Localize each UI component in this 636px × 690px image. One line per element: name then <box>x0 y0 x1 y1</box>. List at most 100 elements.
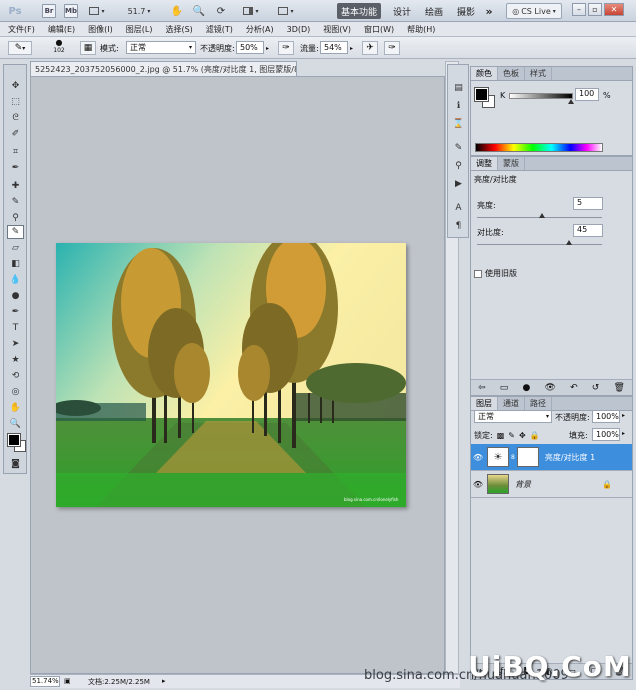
toggle-visibility-icon[interactable]: 👁 <box>544 383 555 393</box>
reset-icon[interactable]: ↺ <box>592 383 600 393</box>
tab-swatches[interactable]: 色板 <box>498 67 525 80</box>
hand-tool-icon[interactable]: ✋ <box>170 4 184 18</box>
rotate-view-icon[interactable]: ⟳ <box>214 4 228 18</box>
more-workspaces-button[interactable]: » <box>482 4 496 18</box>
brush-tool-icon[interactable]: ✎ <box>7 195 24 209</box>
tab-styles[interactable]: 样式 <box>525 67 552 80</box>
menu-analysis[interactable]: 分析(A) <box>246 24 274 35</box>
tab-layers[interactable]: 图层 <box>471 397 498 410</box>
view-extras-dropdown[interactable]: ▾ <box>86 4 108 18</box>
clone-source-icon[interactable]: ⚲ <box>451 159 466 173</box>
foreground-color-swatch[interactable] <box>7 433 21 447</box>
color-swatches[interactable] <box>7 433 26 452</box>
menu-select[interactable]: 选择(S) <box>165 24 192 35</box>
contrast-input[interactable]: 45 <box>573 224 603 237</box>
layer-opacity-arrow[interactable]: ▸ <box>622 412 625 419</box>
document-tab[interactable]: 5252423_203752056000_2.jpg @ 51.7% (亮度/对… <box>30 61 297 76</box>
marquee-tool-icon[interactable]: ⬚ <box>7 95 24 109</box>
menu-edit[interactable]: 编辑(E) <box>48 24 75 35</box>
lock-position-icon[interactable]: ✥ <box>519 431 526 440</box>
tab-paths[interactable]: 路径 <box>525 397 552 410</box>
brightness-slider-thumb[interactable] <box>539 213 545 218</box>
use-legacy-checkbox-box[interactable] <box>474 269 482 278</box>
3d-rotate-tool-icon[interactable]: ⟲ <box>7 369 24 383</box>
tool-preset-picker[interactable]: ✎ ▾ <box>8 41 32 55</box>
brush-presets-icon[interactable]: ✎ <box>451 141 466 155</box>
brush-panel-toggle-icon[interactable]: ▦ <box>80 41 96 55</box>
cs-live-dropdown[interactable]: ◎ CS Live ▾ <box>506 3 562 19</box>
bridge-icon[interactable]: Br <box>42 4 56 18</box>
layer-name[interactable]: 亮度/对比度 1 <box>545 452 595 463</box>
fill-input[interactable]: 100% <box>592 428 620 441</box>
spot-healing-tool-icon[interactable]: ✚ <box>7 179 24 193</box>
hand-tool-icon[interactable]: ✋ <box>7 401 24 415</box>
history-icon[interactable]: ⌛ <box>451 117 466 131</box>
zoom-tool-icon[interactable]: 🔍 <box>7 417 24 431</box>
menu-filter[interactable]: 滤镜(T) <box>206 24 233 35</box>
previous-state-icon[interactable]: ↶ <box>570 383 578 393</box>
opacity-input[interactable]: 50% <box>236 41 264 54</box>
airbrush-icon[interactable]: ✈ <box>362 41 378 55</box>
color-spectrum-ramp[interactable] <box>475 143 603 152</box>
tablet-pressure-size-icon[interactable]: ✑ <box>384 41 400 55</box>
zoom-level-dropdown[interactable]: 51.7 ▾ <box>124 4 154 18</box>
layer-visibility-eye-icon[interactable]: 👁 <box>471 480 485 489</box>
lasso-tool-icon[interactable]: ᘓ <box>7 111 24 125</box>
status-menu-arrow[interactable]: ▸ <box>162 677 166 685</box>
shape-tool-icon[interactable]: ★ <box>7 353 24 367</box>
type-tool-icon[interactable]: T <box>7 321 24 335</box>
eraser-tool-icon[interactable]: ▱ <box>7 241 24 255</box>
color-panel-foreground-swatch[interactable] <box>474 87 489 102</box>
lock-transparency-icon[interactable]: ▩ <box>497 431 505 440</box>
workspace-painting[interactable]: 绘画 <box>422 4 446 18</box>
opacity-dropdown-arrow[interactable]: ▸ <box>266 41 269 55</box>
blur-tool-icon[interactable]: 💧 <box>7 273 24 287</box>
channel-slider[interactable] <box>509 93 574 104</box>
contrast-slider-thumb[interactable] <box>566 240 572 245</box>
layer-row[interactable]: 👁 ☀ 8 亮度/对比度 1 <box>471 444 632 471</box>
contrast-slider[interactable] <box>477 244 602 245</box>
menu-image[interactable]: 图像(I) <box>88 24 113 35</box>
return-to-list-icon[interactable]: ⇦ <box>478 383 486 393</box>
gradient-tool-icon[interactable]: ◧ <box>7 257 24 271</box>
mini-bridge-icon[interactable]: Mb <box>64 4 78 18</box>
fill-arrow[interactable]: ▸ <box>622 430 625 437</box>
blend-mode-select[interactable]: 正常 ▾ <box>126 41 196 54</box>
tab-adjustments[interactable]: 调整 <box>471 157 498 170</box>
history-brush-tool-icon[interactable]: ✎ <box>7 225 24 239</box>
actions-icon[interactable]: ▶ <box>451 177 466 191</box>
workspace-photography[interactable]: 摄影 <box>454 4 478 18</box>
3d-orbit-tool-icon[interactable]: ◎ <box>7 385 24 399</box>
use-legacy-checkbox[interactable]: 使用旧版 <box>474 268 517 279</box>
status-zoom-field[interactable]: 51.74% <box>30 676 60 687</box>
histogram-icon[interactable]: ▤ <box>451 81 466 95</box>
restore-button[interactable]: ▫ <box>588 3 602 16</box>
layer-row[interactable]: 👁 背景 🔒 <box>471 471 632 498</box>
eyedropper-tool-icon[interactable]: ✒ <box>7 161 24 175</box>
info-icon[interactable]: ℹ <box>451 99 466 113</box>
zoom-tool-icon[interactable]: 🔍 <box>192 4 206 18</box>
minimize-button[interactable]: – <box>572 3 586 16</box>
path-selection-tool-icon[interactable]: ➤ <box>7 337 24 351</box>
channel-slider-thumb[interactable] <box>568 99 574 104</box>
paragraph-icon[interactable]: ¶ <box>451 219 466 233</box>
close-button[interactable]: ✕ <box>604 3 624 16</box>
brush-preset-picker[interactable]: ● 102 <box>44 38 74 58</box>
layer-blend-mode-select[interactable]: 正常 ▾ <box>474 410 552 423</box>
clone-stamp-tool-icon[interactable]: ⚲ <box>7 211 24 225</box>
menu-view[interactable]: 视图(V) <box>323 24 351 35</box>
tab-masks[interactable]: 蒙版 <box>498 157 525 170</box>
brightness-input[interactable]: 5 <box>573 197 603 210</box>
menu-layer[interactable]: 图层(L) <box>126 24 153 35</box>
tab-channels[interactable]: 通道 <box>498 397 525 410</box>
menu-3d[interactable]: 3D(D) <box>287 25 311 34</box>
layer-opacity-input[interactable]: 100% <box>592 410 620 423</box>
status-info-icon[interactable]: ▣ <box>64 677 71 685</box>
quick-selection-tool-icon[interactable]: ✐ <box>7 127 24 141</box>
layer-mask-thumbnail[interactable] <box>516 447 539 467</box>
pen-tool-icon[interactable]: ✒ <box>7 305 24 319</box>
lock-pixels-icon[interactable]: ✎ <box>508 431 515 440</box>
dodge-tool-icon[interactable]: ● <box>7 289 24 303</box>
tablet-pressure-opacity-icon[interactable]: ✑ <box>278 41 294 55</box>
layer-name[interactable]: 背景 <box>515 479 531 490</box>
